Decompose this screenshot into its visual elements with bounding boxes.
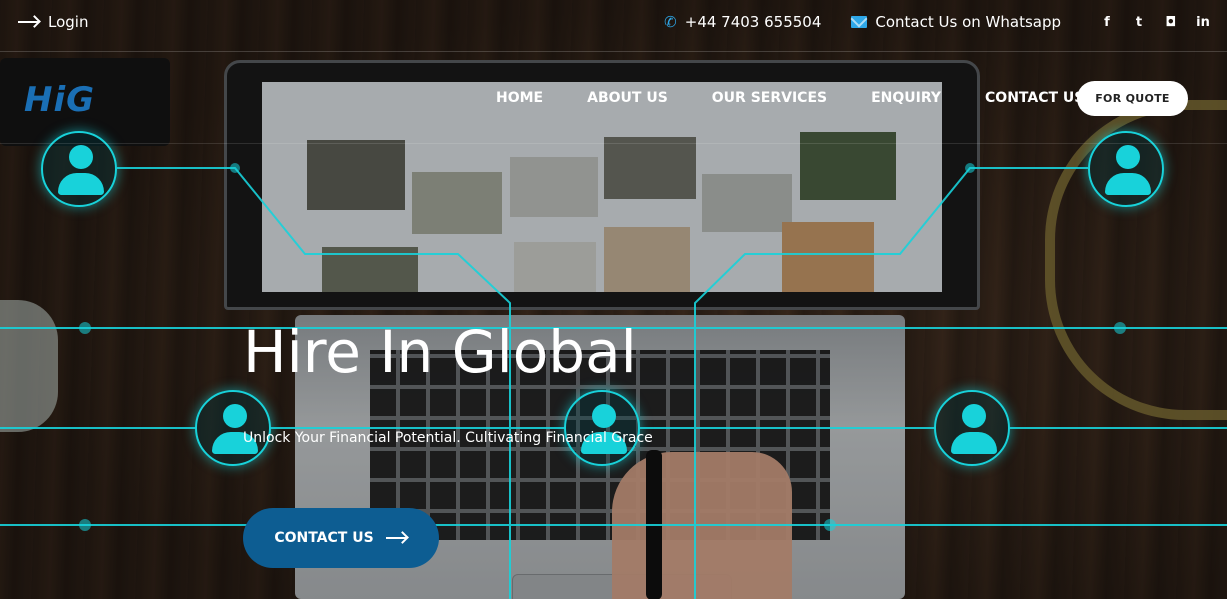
whatsapp-link[interactable]: Contact Us on Whatsapp (851, 13, 1061, 31)
for-quote-button[interactable]: FOR QUOTE (1077, 81, 1188, 116)
whatsapp-label: Contact Us on Whatsapp (875, 13, 1061, 31)
hero-title: Hire In Global (243, 318, 637, 386)
login-link[interactable]: Login (18, 13, 88, 31)
nav-item-home[interactable]: HOME (496, 90, 543, 106)
facebook-icon[interactable]: f (1091, 15, 1123, 30)
network-line-right (694, 167, 1088, 599)
arrow-right-icon (18, 16, 40, 28)
contact-row: ✆ +44 7403 655504 Contact Us on Whatsapp… (664, 13, 1227, 31)
phone-number: +44 7403 655504 (684, 13, 822, 31)
user-node-icon (564, 390, 640, 466)
glow-dot (965, 163, 975, 173)
nav-divider (0, 143, 1227, 144)
social-links: f t ◘ in (1091, 15, 1219, 30)
login-label: Login (48, 13, 89, 31)
user-node-icon (934, 390, 1010, 466)
instagram-icon[interactable]: ◘ (1155, 15, 1187, 30)
contact-us-label: CONTACT US (274, 530, 374, 546)
glow-dot (79, 322, 91, 334)
glow-dot (1114, 322, 1126, 334)
user-node-icon (195, 390, 271, 466)
nav-item-enquiry[interactable]: ENQUIRY (871, 90, 941, 106)
hero-subtitle: Unlock Your Financial Potential. Cultiva… (243, 430, 653, 446)
envelope-icon (851, 16, 868, 28)
linkedin-icon[interactable]: in (1187, 15, 1219, 30)
phone-link[interactable]: ✆ +44 7403 655504 (664, 13, 821, 31)
phone-icon: ✆ (664, 13, 677, 31)
contact-us-button[interactable]: CONTACT US (243, 508, 439, 568)
arrow-right-icon (385, 532, 408, 544)
top-bar: Login ✆ +44 7403 655504 Contact Us on Wh… (0, 0, 1227, 52)
glow-dot (230, 163, 240, 173)
nav-item-about-us[interactable]: ABOUT US (587, 90, 668, 106)
glow-dot (79, 519, 91, 531)
nav-item-contact-us[interactable]: CONTACT US (985, 90, 1084, 106)
glow-dot (824, 519, 836, 531)
nav-item-our-services[interactable]: OUR SERVICES (712, 90, 827, 106)
site-logo[interactable]: HiG (24, 80, 95, 120)
twitter-icon[interactable]: t (1123, 15, 1155, 30)
main-nav: HOME ABOUT US OUR SERVICES ENQUIRY CONTA… (496, 90, 1128, 106)
